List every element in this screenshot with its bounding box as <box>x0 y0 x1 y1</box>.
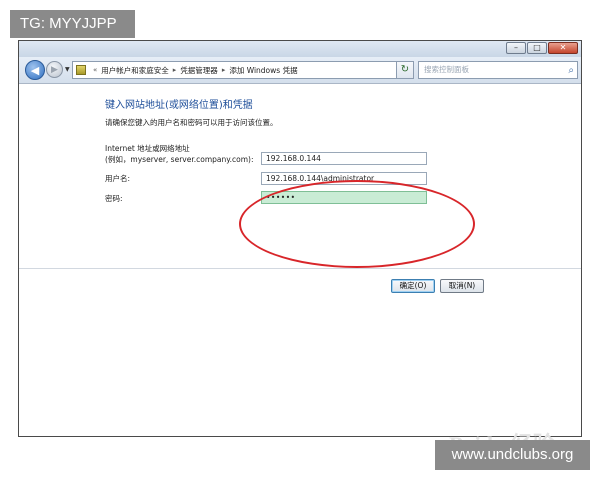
arrow-right-icon: ▶ <box>51 65 58 75</box>
control-panel-icon <box>76 65 86 75</box>
highlight-ellipse <box>239 180 475 268</box>
ok-button[interactable]: 确定(O) <box>391 279 435 293</box>
back-button[interactable]: ◀ <box>25 60 45 80</box>
recent-pages-dropdown[interactable]: ▼ <box>65 66 70 73</box>
title-bar: – □ ✕ <box>19 41 581 57</box>
breadcrumb-user-accounts[interactable]: 用户帐户和家庭安全 <box>101 65 169 76</box>
search-placeholder: 搜索控制面板 <box>424 65 469 74</box>
credential-window: – □ ✕ ◀ ▶ ▼ « 用户帐户和家庭安全 ▸ 凭据管理器 ▸ 添加 Win… <box>18 40 582 457</box>
tg-badge: TG: MYYJJPP <box>10 10 135 38</box>
address-label-line1: Internet 地址或网络地址 <box>105 144 190 153</box>
breadcrumb-credential-manager[interactable]: 凭据管理器 <box>180 65 218 76</box>
instruction-text: 请确保您键入的用户名和密码可以用于访问该位置。 <box>105 118 278 127</box>
arrow-left-icon: ◀ <box>30 64 40 77</box>
forward-button[interactable]: ▶ <box>46 61 63 78</box>
content-area: 键入网站地址(或网络位置)和凭据 请确保您键入的用户名和密码可以用于访问该位置。… <box>19 84 581 457</box>
refresh-button[interactable]: ↻ <box>396 61 414 79</box>
breadcrumb-add-credential[interactable]: 添加 Windows 凭据 <box>229 65 297 76</box>
maximize-button[interactable]: □ <box>527 42 547 54</box>
window-controls: – □ ✕ <box>506 42 578 54</box>
close-button[interactable]: ✕ <box>548 42 578 54</box>
username-label: 用户名: <box>105 174 131 183</box>
address-label-line2: (例如，myserver, server.company.com): <box>105 155 254 164</box>
divider <box>19 268 581 269</box>
search-icon[interactable]: ⌕ <box>568 63 574 79</box>
address-field[interactable]: 192.168.0.144 <box>261 152 427 165</box>
chevron-icon: « <box>93 66 98 74</box>
password-label: 密码: <box>105 194 123 203</box>
navigation-bar: ◀ ▶ ▼ « 用户帐户和家庭安全 ▸ 凭据管理器 ▸ 添加 Windows 凭… <box>19 57 581 84</box>
page-title: 键入网站地址(或网络位置)和凭据 <box>105 100 253 111</box>
refresh-icon: ↻ <box>400 64 410 75</box>
search-input[interactable]: 搜索控制面板 ⌕ <box>418 61 578 79</box>
chevron-icon: ▸ <box>221 66 226 74</box>
address-bar[interactable]: « 用户帐户和家庭安全 ▸ 凭据管理器 ▸ 添加 Windows 凭据 ▼ <box>72 61 412 79</box>
site-badge: www.undclubs.org <box>435 440 590 470</box>
chevron-icon: ▸ <box>172 66 177 74</box>
minimize-button[interactable]: – <box>506 42 526 54</box>
cancel-button[interactable]: 取消(N) <box>440 279 484 293</box>
